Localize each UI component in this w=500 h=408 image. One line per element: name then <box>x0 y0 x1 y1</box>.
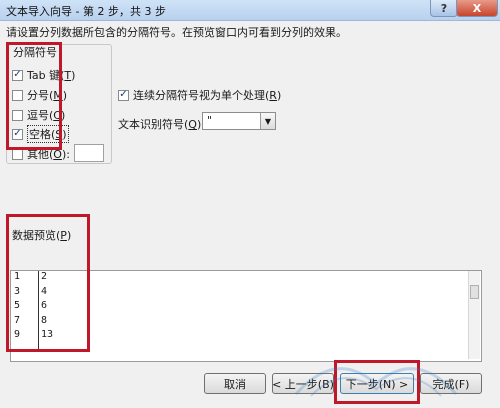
checkbox-semicolon-box[interactable] <box>12 89 23 101</box>
checkbox-space[interactable]: ✓ 空格(S) <box>12 125 69 143</box>
preview-cell: 2 <box>41 271 48 282</box>
checkbox-consecutive-label: 连续分隔符号视为单个处理 <box>133 89 265 102</box>
checkbox-consecutive[interactable]: ✓ 连续分隔符号视为单个处理(R) <box>118 87 281 103</box>
help-button[interactable]: ? <box>430 0 458 17</box>
cancel-button[interactable]: 取消 <box>204 373 266 394</box>
checkbox-space-label: 空格 <box>29 128 51 141</box>
column-separator[interactable] <box>38 271 39 351</box>
checkbox-semicolon-key: M <box>53 88 63 102</box>
preview-cell: 7 <box>14 314 21 326</box>
preview-cell: 3 <box>14 285 21 297</box>
checkbox-tab[interactable]: ✓ Tab 键(T) <box>12 67 75 83</box>
data-preview-label: 数据预览(P) <box>12 229 72 242</box>
preview-cell: 8 <box>41 314 48 326</box>
checkbox-comma[interactable]: 逗号(C) <box>12 107 65 123</box>
watermark-wings-logo <box>294 367 458 397</box>
checkbox-tab-box[interactable]: ✓ <box>12 69 23 81</box>
other-delimiter-input[interactable] <box>74 144 104 162</box>
preview-cell: 5 <box>14 300 21 311</box>
text-qualifier-select[interactable]: " ▼ <box>202 112 276 130</box>
checkbox-space-box[interactable]: ✓ <box>12 128 23 140</box>
preview-column-1: 1 3 5 7 9 <box>14 270 38 343</box>
checkbox-comma-box[interactable] <box>12 109 23 121</box>
preview-cell: 13 <box>41 329 54 340</box>
checkbox-comma-key: C <box>53 108 61 122</box>
checkbox-tab-label: Tab 键 <box>27 69 61 82</box>
checkbox-other-label: 其他 <box>27 148 49 161</box>
preview-cell: 9 <box>14 329 21 340</box>
checkbox-consecutive-box[interactable]: ✓ <box>118 89 129 101</box>
checkbox-comma-label: 逗号 <box>27 109 49 122</box>
checkbox-space-text: 空格(S) <box>27 125 69 143</box>
preview-cell: 1 <box>14 271 21 282</box>
instruction-text: 请设置分列数据所包含的分隔符号。在预览窗口内可看到分列的效果。 <box>6 26 347 39</box>
close-button[interactable]: X <box>456 0 498 17</box>
checkbox-semicolon[interactable]: 分号(M) <box>12 87 67 103</box>
delimiters-legend: 分隔符号 <box>12 44 58 60</box>
text-qualifier-label: 文本识别符号(Q): <box>118 118 205 131</box>
checkbox-other-box[interactable] <box>12 148 23 160</box>
checkbox-consecutive-key: R <box>269 88 277 102</box>
preview-cell: 4 <box>41 285 48 297</box>
checkbox-semicolon-label: 分号 <box>27 89 49 102</box>
text-qualifier-value: " <box>207 114 213 127</box>
checkbox-other[interactable]: 其他(O): <box>12 146 70 162</box>
checkbox-other-key: O <box>53 147 62 161</box>
chevron-down-icon[interactable]: ▼ <box>260 113 275 129</box>
scrollbar-thumb[interactable] <box>470 285 479 299</box>
preview-column-2: 2 4 6 8 13 <box>41 270 71 343</box>
checkbox-tab-key: T <box>64 68 72 82</box>
window-title: 文本导入向导 - 第 2 步，共 3 步 <box>6 5 166 18</box>
preview-cell: 6 <box>41 300 48 311</box>
